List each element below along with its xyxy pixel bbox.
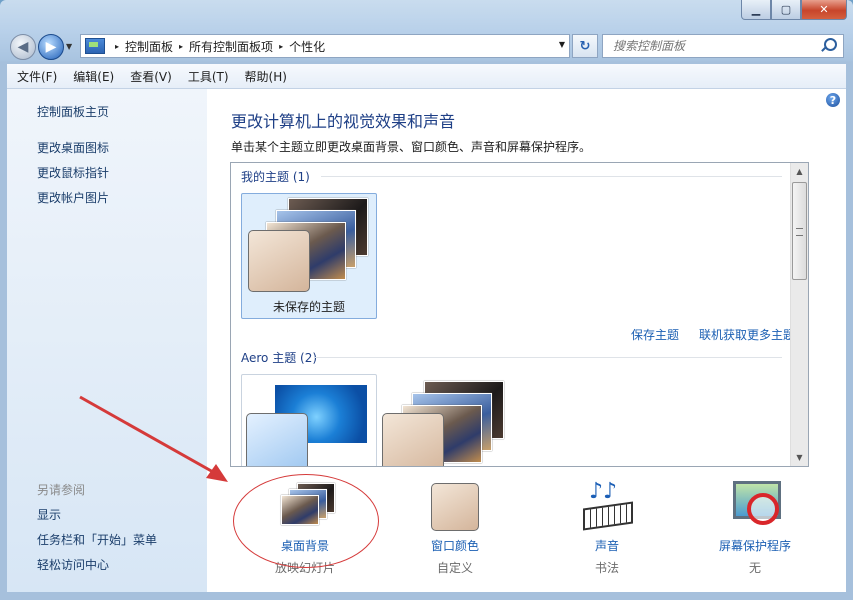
sidebar-change-desktop-icons[interactable]: 更改桌面图标 (37, 139, 109, 156)
scroll-up-icon[interactable]: ▲ (791, 163, 808, 180)
search-icon[interactable] (824, 38, 837, 51)
scrollbar-thumb[interactable] (792, 182, 807, 280)
breadcrumb-separator[interactable]: ▸ (179, 42, 183, 51)
window-color-sub: 自定义 (436, 561, 473, 575)
theme-list: 我的主题 (1) 未保存的主题 保存主题 联机获取更多主题 Aero 主题 (2… (230, 162, 809, 467)
personalization-window: ▁ ▢ ✕ ◀ ▶ ▼ ▸ 控制面板 ▸ 所有控制面板项 ▸ 个性化 ▼ ↻ 文… (0, 0, 853, 600)
aero-themes-group-label: Aero 主题 (2) (241, 351, 318, 365)
theme-list-scrollbar[interactable]: ▲ ▼ (790, 163, 808, 466)
search-box[interactable] (602, 34, 844, 58)
recent-pages-icon[interactable]: ▼ (66, 42, 72, 51)
screen-saver-icon (729, 479, 781, 531)
no-entry-icon (747, 493, 779, 525)
sounds-button[interactable]: ♪♪ 声音 书法 (547, 479, 667, 575)
theme-tile-label: 未保存的主题 (272, 300, 345, 314)
group-divider (321, 176, 782, 177)
breadcrumb-all-items[interactable]: 所有控制面板项 (189, 38, 273, 55)
search-input[interactable] (611, 38, 825, 54)
maximize-button[interactable]: ▢ (771, 0, 801, 20)
sidebar-display[interactable]: 显示 (37, 506, 61, 523)
breadcrumb: ▸ 控制面板 ▸ 所有控制面板项 ▸ 个性化 (109, 38, 325, 55)
control-panel-icon (85, 38, 105, 54)
window-color-icon (429, 479, 481, 531)
breadcrumb-control-panel[interactable]: 控制面板 (125, 38, 173, 55)
address-bar[interactable]: ▸ 控制面板 ▸ 所有控制面板项 ▸ 个性化 ▼ (80, 34, 570, 58)
menu-file[interactable]: 文件(F) (11, 68, 63, 85)
get-more-themes-link[interactable]: 联机获取更多主题 (699, 326, 795, 343)
scroll-down-icon[interactable]: ▼ (791, 449, 808, 466)
music-note-icon: ♪♪ (589, 479, 618, 504)
page-title: 更改计算机上的视觉效果和声音 (231, 112, 456, 131)
theme-tile-unsaved[interactable]: 未保存的主题 (241, 193, 377, 319)
address-dropdown-icon[interactable]: ▼ (559, 40, 565, 49)
sidebar-control-panel-home[interactable]: 控制面板主页 (37, 103, 109, 120)
menu-help[interactable]: 帮助(H) (239, 68, 293, 85)
annotation-ellipse (233, 474, 379, 568)
help-icon[interactable]: ? (826, 93, 840, 107)
theme-color-swatch (248, 230, 310, 292)
screen-saver-label: 屏幕保护程序 (718, 539, 791, 553)
tool-color-swatch (431, 483, 479, 531)
close-button[interactable]: ✕ (801, 0, 847, 20)
sounds-sub: 书法 (594, 561, 619, 575)
window-color-label: 窗口颜色 (430, 539, 479, 553)
sidebar-change-account-picture[interactable]: 更改帐户图片 (37, 189, 109, 206)
page-subtitle: 单击某个主题立即更改桌面背景、窗口颜色、声音和屏幕保护程序。 (231, 140, 592, 154)
back-button[interactable]: ◀ (10, 34, 36, 60)
breadcrumb-separator[interactable]: ▸ (115, 42, 119, 51)
keyboard-icon (583, 501, 633, 531)
theme-color-swatch (382, 413, 444, 466)
breadcrumb-separator[interactable]: ▸ (279, 42, 283, 51)
menu-view[interactable]: 查看(V) (124, 68, 178, 85)
forward-button[interactable]: ▶ (38, 34, 64, 60)
sidebar-ease-of-access[interactable]: 轻松访问中心 (37, 556, 109, 573)
sidebar: 控制面板主页 更改桌面图标 更改鼠标指针 更改帐户图片 另请参阅 显示 任务栏和… (7, 89, 207, 592)
screen-saver-sub: 无 (748, 561, 761, 575)
theme-tile-windows7[interactable] (241, 374, 377, 466)
menu-edit[interactable]: 编辑(E) (67, 68, 120, 85)
breadcrumb-personalization[interactable]: 个性化 (289, 38, 325, 55)
theme-color-swatch (246, 413, 308, 466)
menu-tools[interactable]: 工具(T) (182, 68, 235, 85)
menu-bar: 文件(F) 编辑(E) 查看(V) 工具(T) 帮助(H) (7, 64, 846, 89)
minimize-button[interactable]: ▁ (741, 0, 771, 20)
screen-saver-button[interactable]: 屏幕保护程序 无 (695, 479, 815, 575)
scrollbar-grip-icon (796, 228, 803, 236)
sidebar-taskbar-start-menu[interactable]: 任务栏和「开始」菜单 (37, 531, 157, 548)
navigation-bar: ◀ ▶ ▼ ▸ 控制面板 ▸ 所有控制面板项 ▸ 个性化 ▼ ↻ (0, 30, 853, 60)
sounds-label: 声音 (594, 539, 619, 553)
refresh-button[interactable]: ↻ (572, 34, 598, 58)
see-also-heading: 另请参阅 (37, 483, 86, 497)
window-color-button[interactable]: 窗口颜色 自定义 (395, 479, 515, 575)
save-theme-link[interactable]: 保存主题 (631, 326, 679, 343)
group-divider (315, 357, 782, 358)
sidebar-change-mouse-pointers[interactable]: 更改鼠标指针 (37, 164, 109, 181)
theme-tile-aero-2[interactable] (377, 374, 513, 466)
caption-buttons: ▁ ▢ ✕ (741, 0, 847, 20)
my-themes-group-label: 我的主题 (1) (241, 170, 310, 184)
sounds-icon: ♪♪ (581, 479, 633, 531)
